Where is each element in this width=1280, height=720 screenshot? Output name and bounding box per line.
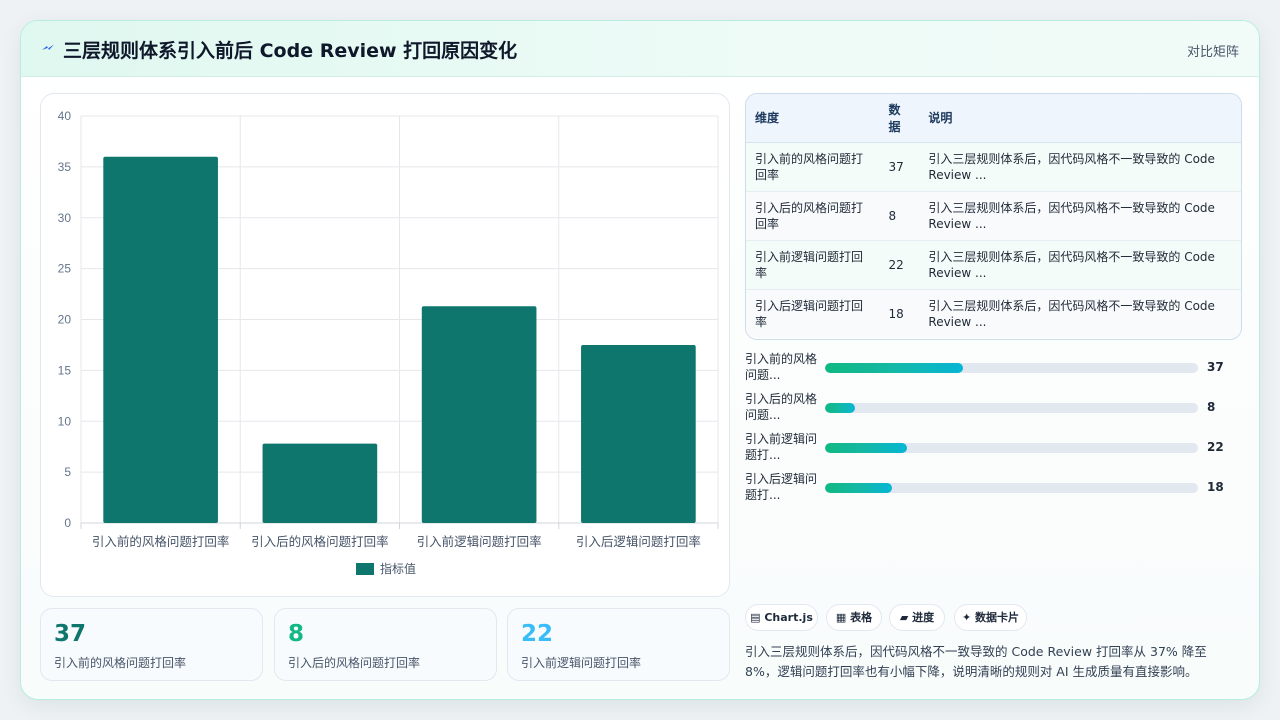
table-cell-description: 引入三层规则体系后，因代码风格不一致导致的 Code Review ... [919,191,1241,241]
progress-value: 22 [1207,440,1224,454]
progress-label: 引入后的风格问题... [745,392,818,422]
table-cell-description: 引入三层规则体系后，因代码风格不一致导致的 Code Review ... [919,142,1241,192]
column-header: 数据 [879,94,920,143]
bar [103,156,218,523]
progress-track [825,403,1198,413]
progress-value: 37 [1207,360,1224,374]
page-title: 三层规则体系引入前后 Code Review 打回原因变化 [63,40,518,62]
x-category-label: 引入前的风格问题打回率 [92,534,230,549]
table-row: 引入后的风格问题打回率 8 引入三层规则体系后，因代码风格不一致导致的 Code… [746,191,1241,241]
stat-value: 22 [521,621,554,647]
stat-card-3: 22 引入前逻辑问题打回率 [507,608,730,681]
table-cell-description: 引入三层规则体系后，因代码风格不一致导致的 Code Review ... [919,289,1241,338]
pill-chartjs[interactable]: ▤ Chart.js [745,604,818,631]
table-cell-value: 18 [879,289,920,338]
progress-fill [825,403,855,413]
table-cell-value: 37 [879,142,920,192]
table-cell-value: 22 [879,240,920,290]
table-cell-dimension: 引入前的风格问题打回率 [746,142,880,192]
legend-label: 指标值 [380,561,416,576]
progress-label: 引入后逻辑问题打... [745,472,818,502]
pill-label: 数据卡片 [975,611,1020,624]
summary-text: 引入三层规则体系后，因代码风格不一致导致的 Code Review 打回率从 3… [745,644,1207,679]
bar [262,443,378,523]
pill-label: Chart.js [764,611,813,624]
table-row: 引入前的风格问题打回率 37 引入三层规则体系后，因代码风格不一致导致的 Cod… [746,142,1241,192]
y-tick-label: 0 [64,516,71,530]
sparkle-icon: ✦ [961,611,972,624]
bar [581,344,696,523]
dashboard-card: 三层规则体系引入前后 Code Review 打回原因变化 对比矩阵 0 5 10 1… [20,20,1260,700]
pill-data-card[interactable]: ✦ 数据卡片 [954,604,1027,631]
table-cell-value: 8 [879,191,920,241]
table-cell-description: 引入三层规则体系后，因代码风格不一致导致的 Code Review ... [919,240,1241,290]
pill-progress[interactable]: ▰ 进度 [889,604,945,631]
stat-label: 引入前的风格问题打回率 [54,656,187,670]
pill-label: 表格 [850,611,873,624]
progress-track [825,363,1198,373]
column-header: 说明 [919,94,1241,143]
stat-card-2: 8 引入后的风格问题打回率 [274,608,497,681]
progress-value: 18 [1207,480,1224,494]
x-category-label: 引入前逻辑问题打回率 [417,534,542,549]
stat-label: 引入前逻辑问题打回率 [521,656,642,670]
table-cell-dimension: 引入后逻辑问题打回率 [746,289,880,338]
pill-label: 进度 [912,611,935,624]
progress-row: 引入后逻辑问题打... 18 [745,471,1245,505]
table-cell-dimension: 引入前逻辑问题打回率 [746,240,880,290]
y-tick-label: 15 [58,363,72,377]
progress-value: 8 [1207,400,1216,414]
comparison-table: 维度 数据 说明 引入前的风格问题打回率 37 引入三层规则体系后，因代码风格不… [745,93,1242,340]
table-icon: ▦ [835,611,847,624]
progress-row: 引入前的风格问题... 37 [745,351,1245,385]
table-row: 引入前逻辑问题打回率 22 引入三层规则体系后，因代码风格不一致导致的 Code… [746,240,1241,290]
y-tick-label: 10 [58,414,72,428]
x-category-label: 引入后的风格问题打回率 [251,534,389,549]
progress-label: 引入前逻辑问题打... [745,432,818,462]
lightning-icon [42,44,54,50]
progress-row: 引入后的风格问题... 8 [745,391,1245,425]
chart-icon: ▤ [750,611,761,624]
y-tick-label: 35 [58,160,72,174]
progress-fill [825,363,963,373]
pill-table[interactable]: ▦ 表格 [826,604,882,631]
x-category-label: 引入后逻辑问题打回率 [576,534,701,549]
y-tick-label: 30 [58,211,72,225]
bar [421,306,537,523]
y-tick-label: 20 [58,313,72,327]
progress-track [825,443,1198,453]
progress-icon: ▰ [899,611,909,624]
table-cell-dimension: 引入后的风格问题打回率 [746,191,880,241]
table-header-row: 维度 数据 说明 [746,94,1241,143]
progress-fill [825,443,908,453]
column-header: 维度 [746,94,880,143]
table-row: 引入后逻辑问题打回率 18 引入三层规则体系后，因代码风格不一致导致的 Code… [746,289,1241,338]
stat-value: 8 [288,621,305,647]
y-tick-label: 5 [64,465,71,479]
y-tick-label: 25 [58,262,72,276]
stat-label: 引入后的风格问题打回率 [288,656,421,670]
progress-label: 引入前的风格问题... [745,352,818,382]
progress-fill [825,483,893,493]
bar-chart-panel: 0 5 10 15 20 25 30 35 40 引入前的风格问题打回率 引入后的风格问题打回率 引入… [40,93,730,597]
bar-chart: 0 5 10 15 20 25 30 35 40 引入前的风格问题打回率 引入后的风格问题打回率 引入… [58,109,719,576]
view-mode-label: 对比矩阵 [1186,45,1239,60]
progress-row: 引入前逻辑问题打... 22 [745,431,1245,465]
header-bar: 三层规则体系引入前后 Code Review 打回原因变化 对比矩阵 [21,21,1259,77]
progress-track [825,483,1198,493]
stat-value: 37 [54,621,87,647]
y-tick-label: 40 [58,109,72,123]
stat-card-1: 37 引入前的风格问题打回率 [40,608,263,681]
legend-swatch [356,563,374,575]
